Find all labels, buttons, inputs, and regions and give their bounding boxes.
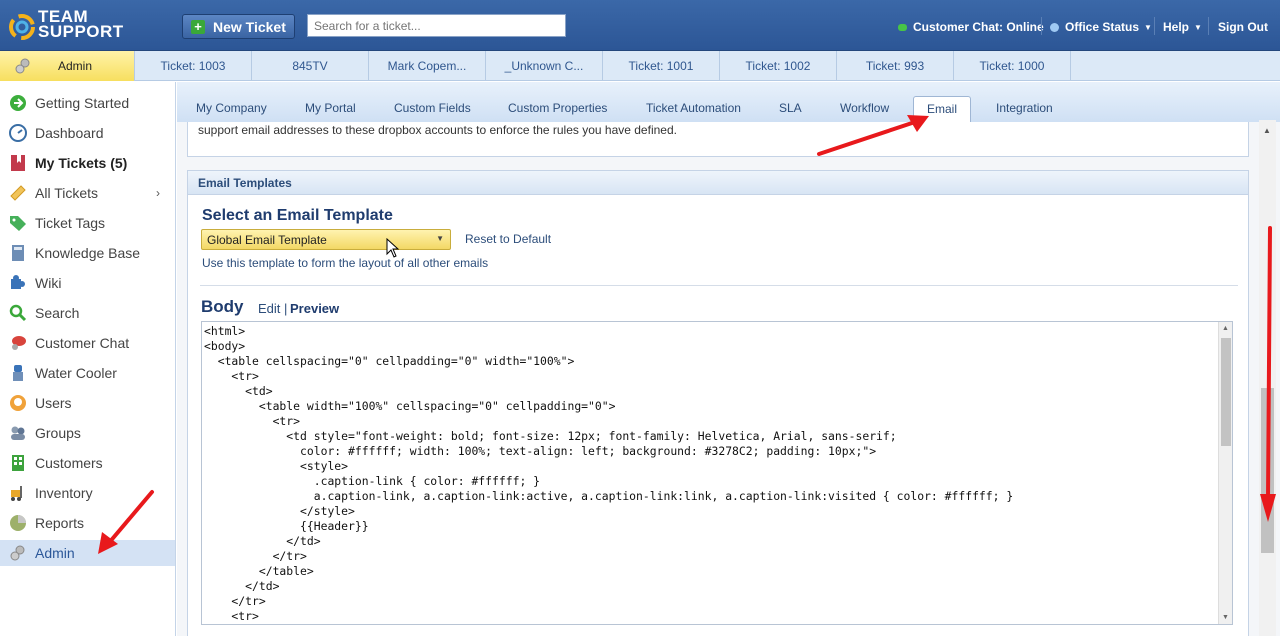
teamsupport-logo[interactable]: TEAM SUPPORT: [8, 7, 130, 43]
sidebar-item-all-tickets[interactable]: All Tickets ›: [0, 180, 175, 206]
sidebar-item-my-tickets[interactable]: My Tickets (5): [0, 150, 175, 176]
page-scrollbar[interactable]: ▲: [1259, 120, 1276, 636]
logo-swirl-icon: [9, 14, 35, 40]
tab-mark-copem[interactable]: Mark Copem...: [369, 51, 486, 81]
sidebar-item-wiki[interactable]: Wiki: [0, 270, 175, 296]
open-ticket-tabs: Admin Ticket: 1003 845TV Mark Copem... _…: [0, 51, 1280, 81]
user-icon: [10, 395, 26, 411]
header-divider: [1041, 17, 1042, 35]
office-status-menu[interactable]: Office Status ▼: [1050, 20, 1152, 34]
customer-chat-status[interactable]: Customer Chat: Online: [898, 20, 1044, 34]
scroll-up-icon[interactable]: ▲: [1263, 126, 1271, 135]
book-icon: [12, 245, 24, 261]
tab-sla[interactable]: SLA: [779, 101, 802, 115]
section-divider: [200, 285, 1238, 286]
edit-link[interactable]: Edit: [258, 301, 280, 316]
puzzle-icon: [11, 275, 25, 289]
tab-my-company[interactable]: My Company: [196, 101, 267, 115]
sidebar-item-users[interactable]: Users: [0, 390, 175, 416]
sidebar-item-search[interactable]: Search: [0, 300, 175, 326]
water-cooler-icon: [13, 365, 23, 381]
tab-integration[interactable]: Integration: [996, 101, 1053, 115]
tab-my-portal[interactable]: My Portal: [305, 101, 356, 115]
group-icon: [11, 426, 25, 440]
template-code-editor[interactable]: <html> <body> <table cellspacing="0" cel…: [201, 321, 1233, 625]
tab-unknown-c[interactable]: _Unknown C...: [486, 51, 603, 81]
chevron-down-icon: ▼: [436, 234, 444, 243]
sidebar-item-inventory[interactable]: Inventory: [0, 480, 175, 506]
header-divider: [1208, 17, 1209, 35]
building-icon: [12, 455, 24, 471]
ticket-search-input[interactable]: [307, 14, 566, 37]
top-header: TEAM SUPPORT + New Ticket Customer Chat:…: [0, 0, 1280, 51]
forklift-icon: [11, 486, 22, 501]
sidebar-item-knowledge-base[interactable]: Knowledge Base: [0, 240, 175, 266]
magnifier-icon: [9, 304, 27, 322]
reset-to-default-link[interactable]: Reset to Default: [465, 232, 551, 246]
plus-icon: +: [191, 19, 205, 34]
sidebar-item-ticket-tags[interactable]: Ticket Tags: [0, 210, 175, 236]
gears-icon: [10, 545, 25, 561]
sidebar-item-admin[interactable]: Admin: [0, 540, 175, 566]
page-scrollbar-thumb[interactable]: [1261, 388, 1274, 553]
chevron-down-icon: ▼: [1144, 22, 1152, 32]
sidebar-item-customers[interactable]: Customers: [0, 450, 175, 476]
code-scrollbar-thumb[interactable]: [1221, 338, 1231, 446]
sidebar-item-customer-chat[interactable]: Customer Chat: [0, 330, 175, 356]
dropbox-panel: support email addresses to these dropbox…: [187, 122, 1249, 157]
ticket-icon: [10, 185, 26, 201]
link-separator: |: [284, 301, 288, 316]
sidebar-item-getting-started[interactable]: Getting Started: [0, 90, 175, 116]
tab-ticket-automation[interactable]: Ticket Automation: [646, 101, 741, 115]
preview-link[interactable]: Preview: [290, 301, 339, 316]
select-template-heading: Select an Email Template: [202, 207, 393, 224]
mouse-cursor-icon: [386, 238, 400, 258]
email-templates-panel: Email Templates Select an Email Template…: [187, 170, 1249, 636]
body-heading: Body: [201, 297, 244, 316]
tab-ticket-1002[interactable]: Ticket: 1002: [720, 51, 837, 81]
tab-ticket-1001[interactable]: Ticket: 1001: [603, 51, 720, 81]
help-menu[interactable]: Help ▼: [1163, 20, 1202, 34]
admin-content: My Company My Portal Custom Fields Custo…: [177, 82, 1280, 636]
tab-admin[interactable]: Admin: [0, 51, 135, 81]
sign-out-link[interactable]: Sign Out: [1218, 20, 1268, 34]
tab-845tv[interactable]: 845TV: [252, 51, 369, 81]
main-sidebar: Getting Started Dashboard My Tickets (5)…: [0, 82, 176, 636]
code-scrollbar[interactable]: ▲ ▼: [1218, 322, 1232, 624]
scroll-down-icon[interactable]: ▼: [1222, 614, 1229, 621]
tab-ticket-993[interactable]: Ticket: 993: [837, 51, 954, 81]
tab-custom-properties[interactable]: Custom Properties: [508, 101, 607, 115]
tab-custom-fields[interactable]: Custom Fields: [394, 101, 471, 115]
tab-ticket-1000[interactable]: Ticket: 1000: [954, 51, 1071, 81]
gauge-icon: [9, 124, 27, 142]
dropbox-description: support email addresses to these dropbox…: [198, 123, 677, 137]
sidebar-item-dashboard[interactable]: Dashboard: [0, 120, 175, 146]
tab-workflow[interactable]: Workflow: [840, 101, 889, 115]
tab-email[interactable]: Email: [913, 96, 972, 122]
template-code[interactable]: <html> <body> <table cellspacing="0" cel…: [204, 324, 1013, 624]
email-template-select[interactable]: Global Email Template ▼: [201, 229, 451, 250]
gears-icon: [15, 58, 30, 74]
pie-chart-icon: [10, 515, 26, 531]
email-templates-header: Email Templates: [188, 171, 1248, 195]
new-ticket-button[interactable]: + New Ticket: [182, 14, 295, 39]
globe-icon: [1050, 22, 1059, 32]
admin-subtabs: My Company My Portal Custom Fields Custo…: [177, 82, 1280, 122]
tag-icon: [10, 216, 26, 231]
sidebar-item-reports[interactable]: Reports: [0, 510, 175, 536]
bookmark-icon: [11, 155, 25, 171]
template-hint: Use this template to form the layout of …: [202, 256, 489, 270]
sidebar-item-water-cooler[interactable]: Water Cooler: [0, 360, 175, 386]
chevron-down-icon: ▼: [1194, 22, 1202, 32]
scroll-up-icon[interactable]: ▲: [1222, 325, 1229, 332]
chevron-right-icon: ›: [156, 186, 160, 200]
header-divider: [1154, 17, 1155, 35]
arrow-circle-icon: [10, 95, 26, 111]
tab-ticket-1003[interactable]: Ticket: 1003: [135, 51, 252, 81]
online-status-icon: [898, 23, 907, 31]
sidebar-item-groups[interactable]: Groups: [0, 420, 175, 446]
chat-icon: [12, 336, 26, 350]
logo-text: TEAM SUPPORT: [38, 7, 124, 41]
